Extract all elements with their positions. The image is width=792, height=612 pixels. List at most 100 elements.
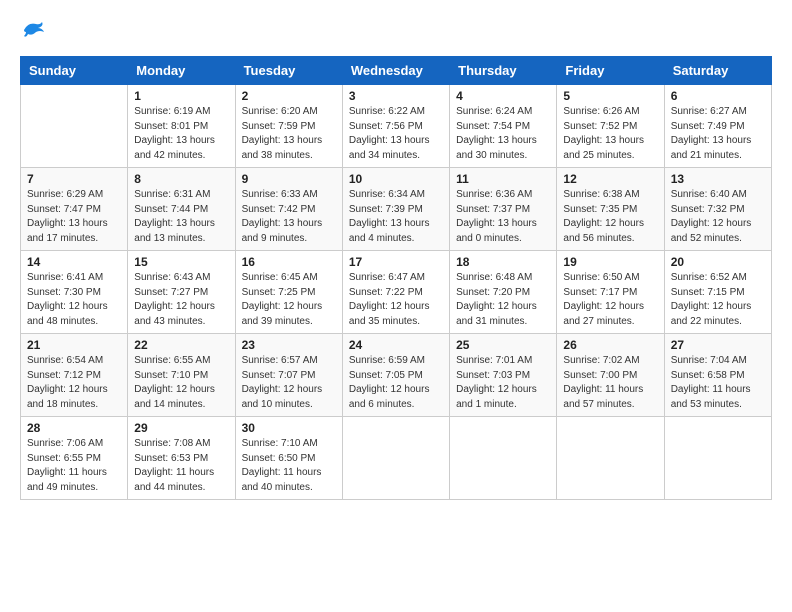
calendar-cell: 6 Sunrise: 6:27 AMSunset: 7:49 PMDayligh… (664, 85, 771, 168)
day-info: Sunrise: 6:27 AMSunset: 7:49 PMDaylight:… (671, 106, 752, 161)
day-number: 21 (27, 338, 121, 352)
calendar-cell: 23 Sunrise: 6:57 AMSunset: 7:07 PMDaylig… (235, 334, 342, 417)
day-info: Sunrise: 6:55 AMSunset: 7:10 PMDaylight:… (134, 355, 215, 410)
day-info: Sunrise: 6:26 AMSunset: 7:52 PMDaylight:… (563, 106, 644, 161)
day-info: Sunrise: 6:54 AMSunset: 7:12 PMDaylight:… (27, 355, 108, 410)
page-header (20, 20, 772, 40)
calendar-cell: 12 Sunrise: 6:38 AMSunset: 7:35 PMDaylig… (557, 168, 664, 251)
day-info: Sunrise: 6:36 AMSunset: 7:37 PMDaylight:… (456, 189, 537, 244)
calendar-cell: 28 Sunrise: 7:06 AMSunset: 6:55 PMDaylig… (21, 417, 128, 500)
day-info: Sunrise: 7:02 AMSunset: 7:00 PMDaylight:… (563, 355, 643, 410)
calendar-cell: 7 Sunrise: 6:29 AMSunset: 7:47 PMDayligh… (21, 168, 128, 251)
day-info: Sunrise: 6:24 AMSunset: 7:54 PMDaylight:… (456, 106, 537, 161)
day-number: 8 (134, 172, 228, 186)
weekday-header-friday: Friday (557, 57, 664, 85)
weekday-header-row: SundayMondayTuesdayWednesdayThursdayFrid… (21, 57, 772, 85)
calendar-cell: 25 Sunrise: 7:01 AMSunset: 7:03 PMDaylig… (450, 334, 557, 417)
day-info: Sunrise: 6:20 AMSunset: 7:59 PMDaylight:… (242, 106, 323, 161)
calendar-cell (450, 417, 557, 500)
day-number: 3 (349, 89, 443, 103)
day-info: Sunrise: 6:33 AMSunset: 7:42 PMDaylight:… (242, 189, 323, 244)
day-number: 29 (134, 421, 228, 435)
day-number: 14 (27, 255, 121, 269)
weekday-header-thursday: Thursday (450, 57, 557, 85)
day-number: 10 (349, 172, 443, 186)
calendar-week-row: 21 Sunrise: 6:54 AMSunset: 7:12 PMDaylig… (21, 334, 772, 417)
day-number: 20 (671, 255, 765, 269)
day-number: 28 (27, 421, 121, 435)
day-info: Sunrise: 7:08 AMSunset: 6:53 PMDaylight:… (134, 438, 214, 493)
calendar-week-row: 1 Sunrise: 6:19 AMSunset: 8:01 PMDayligh… (21, 85, 772, 168)
day-number: 12 (563, 172, 657, 186)
day-info: Sunrise: 6:34 AMSunset: 7:39 PMDaylight:… (349, 189, 430, 244)
weekday-header-tuesday: Tuesday (235, 57, 342, 85)
calendar-cell: 9 Sunrise: 6:33 AMSunset: 7:42 PMDayligh… (235, 168, 342, 251)
day-number: 1 (134, 89, 228, 103)
calendar-cell: 21 Sunrise: 6:54 AMSunset: 7:12 PMDaylig… (21, 334, 128, 417)
day-info: Sunrise: 6:29 AMSunset: 7:47 PMDaylight:… (27, 189, 108, 244)
day-number: 26 (563, 338, 657, 352)
day-info: Sunrise: 6:31 AMSunset: 7:44 PMDaylight:… (134, 189, 215, 244)
day-info: Sunrise: 6:41 AMSunset: 7:30 PMDaylight:… (27, 272, 108, 327)
calendar-cell: 13 Sunrise: 6:40 AMSunset: 7:32 PMDaylig… (664, 168, 771, 251)
day-number: 13 (671, 172, 765, 186)
calendar-cell (557, 417, 664, 500)
calendar-cell: 3 Sunrise: 6:22 AMSunset: 7:56 PMDayligh… (342, 85, 449, 168)
calendar-cell: 14 Sunrise: 6:41 AMSunset: 7:30 PMDaylig… (21, 251, 128, 334)
logo (20, 20, 46, 40)
calendar-week-row: 7 Sunrise: 6:29 AMSunset: 7:47 PMDayligh… (21, 168, 772, 251)
day-number: 30 (242, 421, 336, 435)
day-info: Sunrise: 6:22 AMSunset: 7:56 PMDaylight:… (349, 106, 430, 161)
logo-bird-icon (22, 20, 46, 40)
day-info: Sunrise: 7:06 AMSunset: 6:55 PMDaylight:… (27, 438, 107, 493)
day-number: 24 (349, 338, 443, 352)
calendar-cell: 8 Sunrise: 6:31 AMSunset: 7:44 PMDayligh… (128, 168, 235, 251)
calendar-cell: 18 Sunrise: 6:48 AMSunset: 7:20 PMDaylig… (450, 251, 557, 334)
day-number: 23 (242, 338, 336, 352)
day-info: Sunrise: 6:45 AMSunset: 7:25 PMDaylight:… (242, 272, 323, 327)
calendar-cell: 24 Sunrise: 6:59 AMSunset: 7:05 PMDaylig… (342, 334, 449, 417)
calendar-cell: 19 Sunrise: 6:50 AMSunset: 7:17 PMDaylig… (557, 251, 664, 334)
day-number: 25 (456, 338, 550, 352)
day-info: Sunrise: 6:50 AMSunset: 7:17 PMDaylight:… (563, 272, 644, 327)
calendar-cell: 30 Sunrise: 7:10 AMSunset: 6:50 PMDaylig… (235, 417, 342, 500)
calendar-cell: 26 Sunrise: 7:02 AMSunset: 7:00 PMDaylig… (557, 334, 664, 417)
calendar-cell: 2 Sunrise: 6:20 AMSunset: 7:59 PMDayligh… (235, 85, 342, 168)
day-info: Sunrise: 6:19 AMSunset: 8:01 PMDaylight:… (134, 106, 215, 161)
day-info: Sunrise: 6:48 AMSunset: 7:20 PMDaylight:… (456, 272, 537, 327)
day-info: Sunrise: 6:43 AMSunset: 7:27 PMDaylight:… (134, 272, 215, 327)
calendar-cell: 16 Sunrise: 6:45 AMSunset: 7:25 PMDaylig… (235, 251, 342, 334)
weekday-header-sunday: Sunday (21, 57, 128, 85)
day-info: Sunrise: 7:10 AMSunset: 6:50 PMDaylight:… (242, 438, 322, 493)
day-info: Sunrise: 6:40 AMSunset: 7:32 PMDaylight:… (671, 189, 752, 244)
day-number: 15 (134, 255, 228, 269)
calendar-week-row: 28 Sunrise: 7:06 AMSunset: 6:55 PMDaylig… (21, 417, 772, 500)
weekday-header-wednesday: Wednesday (342, 57, 449, 85)
day-number: 4 (456, 89, 550, 103)
calendar-cell: 27 Sunrise: 7:04 AMSunset: 6:58 PMDaylig… (664, 334, 771, 417)
calendar-cell: 1 Sunrise: 6:19 AMSunset: 8:01 PMDayligh… (128, 85, 235, 168)
day-info: Sunrise: 7:04 AMSunset: 6:58 PMDaylight:… (671, 355, 751, 410)
day-number: 9 (242, 172, 336, 186)
day-number: 18 (456, 255, 550, 269)
day-number: 19 (563, 255, 657, 269)
calendar-table: SundayMondayTuesdayWednesdayThursdayFrid… (20, 56, 772, 500)
weekday-header-saturday: Saturday (664, 57, 771, 85)
calendar-cell (664, 417, 771, 500)
calendar-cell: 11 Sunrise: 6:36 AMSunset: 7:37 PMDaylig… (450, 168, 557, 251)
calendar-cell: 15 Sunrise: 6:43 AMSunset: 7:27 PMDaylig… (128, 251, 235, 334)
weekday-header-monday: Monday (128, 57, 235, 85)
calendar-cell: 5 Sunrise: 6:26 AMSunset: 7:52 PMDayligh… (557, 85, 664, 168)
day-number: 17 (349, 255, 443, 269)
day-info: Sunrise: 6:57 AMSunset: 7:07 PMDaylight:… (242, 355, 323, 410)
day-info: Sunrise: 6:47 AMSunset: 7:22 PMDaylight:… (349, 272, 430, 327)
day-number: 5 (563, 89, 657, 103)
day-number: 22 (134, 338, 228, 352)
calendar-cell: 20 Sunrise: 6:52 AMSunset: 7:15 PMDaylig… (664, 251, 771, 334)
calendar-cell: 29 Sunrise: 7:08 AMSunset: 6:53 PMDaylig… (128, 417, 235, 500)
calendar-cell (342, 417, 449, 500)
day-info: Sunrise: 6:38 AMSunset: 7:35 PMDaylight:… (563, 189, 644, 244)
day-info: Sunrise: 7:01 AMSunset: 7:03 PMDaylight:… (456, 355, 537, 410)
calendar-week-row: 14 Sunrise: 6:41 AMSunset: 7:30 PMDaylig… (21, 251, 772, 334)
day-info: Sunrise: 6:52 AMSunset: 7:15 PMDaylight:… (671, 272, 752, 327)
